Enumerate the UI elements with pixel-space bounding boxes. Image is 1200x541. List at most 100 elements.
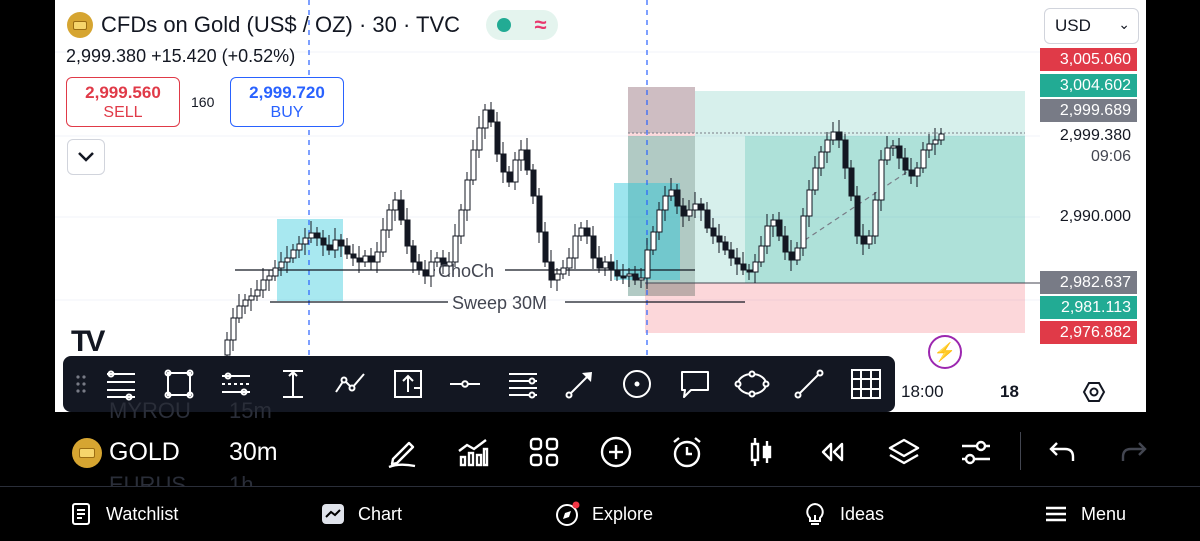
sell-button[interactable]: 2,999.560 SELL (66, 77, 180, 127)
symbol-title[interactable]: CFDs on Gold (US$ / OZ) · 30 · TVC (101, 12, 460, 38)
candle-body (704, 209, 711, 229)
gold-coin-icon (67, 12, 93, 38)
undo-button[interactable] (1042, 432, 1082, 472)
candle-body (242, 299, 249, 307)
candle-body (338, 239, 345, 247)
candle-body (476, 127, 483, 151)
last-price-label: 2,999.380 (1059, 127, 1131, 144)
indicators-icon (458, 439, 489, 467)
lightbulb-icon (806, 502, 824, 525)
arrow-tool[interactable] (551, 360, 608, 408)
chevron-down-icon: ⌄ (1118, 16, 1130, 32)
interval-selector[interactable]: 30m (229, 438, 278, 467)
chart-area[interactable]: ChoCh Sweep 30M CFDs on Gold (US$ / OZ) ·… (55, 0, 1146, 412)
candle-body (362, 255, 369, 263)
price-tag-target-lower: 2,981.113 (1040, 296, 1137, 319)
layouts-button[interactable] (524, 432, 564, 472)
candle-body (800, 215, 807, 249)
alert-button[interactable] (667, 432, 707, 472)
grid-tool[interactable] (838, 360, 895, 408)
symbol-name[interactable]: GOLD (109, 438, 180, 467)
candle-body (512, 159, 519, 183)
trend-line-tool[interactable] (780, 360, 837, 408)
bearish-candle (356, 246, 363, 273)
bearish-candle (596, 246, 603, 273)
bearish-candle (536, 188, 543, 243)
candle-body (296, 243, 303, 251)
long-position-tool[interactable] (379, 360, 436, 408)
candle-body (908, 169, 915, 177)
candle-body (464, 179, 471, 211)
bullish-candle (470, 140, 477, 185)
bullish-candle (482, 104, 489, 139)
chart-settings-icon[interactable] (1082, 380, 1106, 404)
candle-body (680, 205, 687, 217)
redo-button[interactable] (1114, 432, 1154, 472)
nav-chart[interactable]: Chart (320, 487, 402, 541)
drag-handle-icon[interactable] (69, 369, 93, 399)
lightning-icon[interactable]: ⚡ (928, 335, 962, 369)
candle-body (692, 203, 699, 211)
candle-body (488, 109, 495, 123)
nav-explore[interactable]: Explore (554, 487, 653, 541)
bullish-candle (518, 140, 525, 171)
candle-body (404, 219, 411, 247)
candle-body (758, 245, 765, 263)
long-position-icon (393, 370, 422, 398)
candle-body (674, 189, 681, 207)
tradingview-logo: TV (71, 325, 105, 358)
rewind-icon (821, 442, 844, 462)
bearish-candle (506, 166, 513, 187)
bullish-candle (266, 270, 273, 291)
nav-watchlist[interactable]: Watchlist (68, 487, 178, 541)
chart-settings-button[interactable] (956, 432, 996, 472)
candle-body (542, 231, 549, 263)
candle-body (884, 147, 891, 161)
candle-body (530, 169, 537, 197)
object-tree-button[interactable] (884, 432, 924, 472)
candle-body (566, 257, 573, 269)
gold-coin-icon (72, 438, 102, 468)
candle-body (386, 209, 393, 231)
collapse-legend-button[interactable] (67, 139, 105, 175)
candle-body (806, 189, 813, 217)
ghost-interval-above: 15m (229, 398, 272, 423)
measure-tool[interactable] (265, 360, 322, 408)
candle-body (878, 159, 885, 201)
bottom-navigation: Watchlist Chart Explore Ideas Menu (0, 486, 1200, 540)
currency-select[interactable]: USD ⌄ (1044, 8, 1139, 44)
replay-button[interactable] (812, 432, 852, 472)
market-status-pill[interactable]: ≈ (486, 10, 559, 40)
ellipse-tool[interactable] (723, 360, 780, 408)
circle-tool[interactable] (609, 360, 666, 408)
add-button[interactable] (596, 432, 636, 472)
chart-type-button[interactable] (741, 432, 781, 472)
draw-button[interactable] (382, 432, 422, 472)
candle-body (560, 267, 567, 275)
candle-body (326, 244, 333, 251)
nav-ideas[interactable]: Ideas (802, 487, 884, 541)
bullish-candle (578, 222, 585, 241)
symbol-header[interactable]: CFDs on Gold (US$ / OZ) · 30 · TVC ≈ (67, 10, 559, 40)
candle-body (902, 157, 909, 171)
candle-body (752, 261, 759, 273)
indicators-button[interactable] (453, 432, 493, 472)
undo-icon (1049, 442, 1075, 461)
bearish-candle (416, 254, 423, 275)
bar-countdown: 09:06 (1090, 148, 1131, 165)
candle-body (506, 171, 513, 183)
path-tool[interactable] (322, 360, 379, 408)
nav-menu[interactable]: Menu (1043, 487, 1126, 541)
buy-button[interactable]: 2,999.720 BUY (230, 77, 344, 127)
candle-body (452, 235, 459, 263)
sell-label: SELL (103, 104, 143, 121)
candle-body (938, 133, 945, 141)
candle-body (410, 245, 417, 263)
choch-label: ChoCh (438, 261, 494, 281)
bullish-candle (512, 152, 519, 190)
candle-body (920, 149, 927, 169)
fib-levels-tool[interactable] (494, 360, 551, 408)
callout-tool[interactable] (666, 360, 723, 408)
horizontal-line-tool[interactable] (437, 360, 494, 408)
candle-body (314, 232, 321, 239)
